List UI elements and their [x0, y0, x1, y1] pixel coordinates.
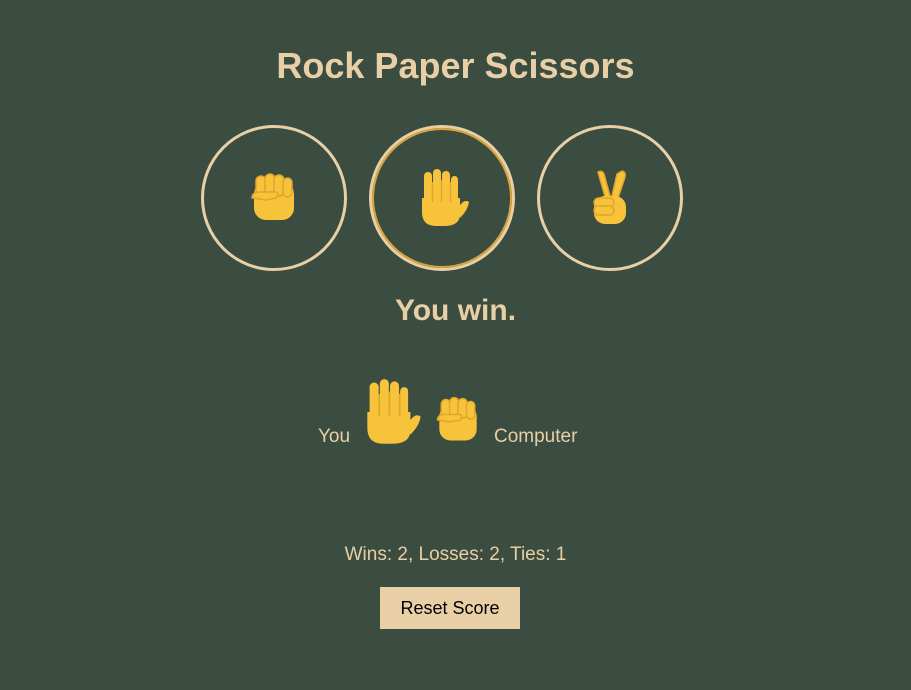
- victory-hand-icon: [582, 168, 638, 228]
- reset-score-button[interactable]: Reset Score: [380, 587, 520, 629]
- paper-button[interactable]: [369, 125, 515, 271]
- computer-label: Computer: [494, 426, 578, 447]
- page-title: Rock Paper Scissors: [276, 45, 635, 86]
- score-text: Wins: 2, Losses: 2, Ties: 1: [344, 544, 567, 565]
- raised-hand-icon: [358, 378, 422, 446]
- fist-icon: [246, 168, 302, 228]
- game-page: Rock Paper Scissors You win. You Compute…: [0, 0, 911, 690]
- raised-hand-icon: [414, 168, 470, 228]
- fist-icon: [430, 392, 486, 448]
- result-message: You win.: [394, 294, 517, 327]
- you-label: You: [318, 426, 351, 447]
- rock-button[interactable]: [201, 125, 347, 271]
- moves-display: You Computer: [0, 378, 911, 448]
- scissors-button[interactable]: [537, 125, 683, 271]
